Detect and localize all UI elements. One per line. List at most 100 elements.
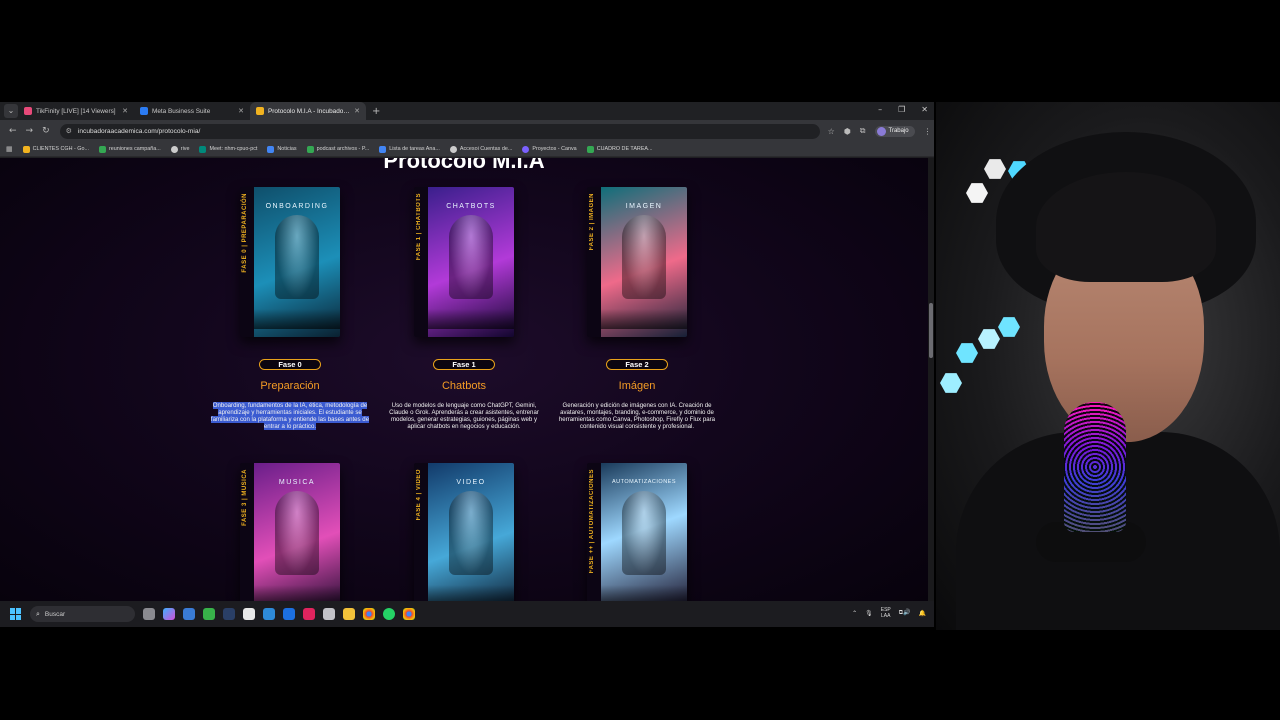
microphone-icon[interactable]: 🎙 (865, 610, 873, 617)
chrome-icon[interactable] (363, 608, 375, 620)
bookmark-icon (379, 145, 387, 153)
notification-bell-icon[interactable]: 🔔 (919, 610, 926, 617)
course-box[interactable]: FASE 4 | VIDEO VIDEO (414, 463, 514, 603)
phase-name: Imágen (618, 380, 656, 392)
box-spine: FASE 4 | VIDEO (414, 463, 428, 603)
course-box[interactable]: FASE 3 | MÚSICA MUSICA (240, 463, 340, 603)
whatsapp-icon[interactable] (383, 608, 395, 620)
site-info-icon[interactable]: ⚙ (66, 127, 72, 135)
course-box[interactable]: FASE 2 | IMAGEN IMAGEN (587, 187, 687, 337)
chrome-active-icon[interactable] (403, 608, 415, 620)
bookmarks-bar: ▦ CLIENTES CGH - Go... reuniones campaña… (0, 142, 934, 157)
taskbar-apps (143, 608, 415, 620)
new-tab-button[interactable]: + (372, 106, 380, 117)
bookmark-label: reuniones campaña... (108, 146, 161, 152)
bookmark-item[interactable]: CUADRO DE TAREA... (586, 145, 653, 153)
task-view-icon[interactable] (143, 608, 155, 620)
network-volume-icon[interactable]: ⧉🔊 (899, 609, 911, 617)
extension-icon[interactable]: ⬢ (844, 127, 851, 136)
edge-icon[interactable] (263, 608, 275, 620)
bookmark-icon (449, 145, 457, 153)
screen: ⌄ TikFinity [LIVE] [14 Viewers] ✕ Meta B… (0, 0, 1280, 720)
spine-label: FASE 1 | CHATBOTS (416, 193, 422, 261)
apps-grid-icon[interactable]: ▦ (6, 145, 13, 153)
settings-icon[interactable] (323, 608, 335, 620)
play-icon[interactable] (203, 608, 215, 620)
forward-icon[interactable]: → (26, 126, 34, 136)
phase-card-0: FASE 0 | PREPARACIÓN ONBOARDING Fase 0 P… (205, 187, 375, 430)
tab-search-icon[interactable]: ⌄ (4, 104, 18, 118)
bookmark-label: rive (180, 146, 190, 152)
input-language[interactable]: ESP LAA (881, 607, 891, 619)
store-icon[interactable] (183, 608, 195, 620)
bookmark-item[interactable]: Proyectos - Canva (522, 145, 577, 153)
bookmark-icon (22, 145, 30, 153)
bookmark-item[interactable]: Accesoi Cuentas de... (449, 145, 512, 153)
box-spine: FASE ++ | AUTOMATIZACIONES (587, 463, 601, 603)
taskbar-search[interactable]: ⌕ Buscar (30, 606, 135, 622)
phase-badge: Fase 2 (606, 359, 668, 370)
battle-net-icon[interactable] (283, 608, 295, 620)
search-placeholder: Buscar (44, 610, 66, 618)
course-box[interactable]: FASE 1 | CHATBOTS CHATBOTS (414, 187, 514, 337)
audience-figure (622, 491, 666, 575)
hexagon-light-icon (940, 373, 962, 393)
bookmark-item[interactable]: CLIENTES CGH - Go... (22, 145, 89, 153)
bookmark-item[interactable]: reuniones campaña... (98, 145, 161, 153)
bookmark-label: Proyectos - Canva (532, 146, 577, 152)
bookmark-item[interactable]: Meet: nhm-cpuo-pct (199, 145, 257, 153)
box-spine: FASE 2 | IMAGEN (587, 187, 601, 337)
close-icon[interactable]: ✕ (238, 107, 244, 115)
back-icon[interactable]: ← (9, 126, 17, 136)
reload-icon[interactable]: ↻ (42, 126, 50, 136)
spine-label: FASE ++ | AUTOMATIZACIONES (589, 469, 595, 574)
phase-badge: Fase 0 (259, 359, 321, 370)
puzzle-icon[interactable]: ⧉ (860, 126, 866, 136)
tab-tikfinity[interactable]: TikFinity [LIVE] [14 Viewers] ✕ (18, 102, 134, 120)
tiktok-icon[interactable] (303, 608, 315, 620)
close-icon[interactable]: ✕ (354, 107, 360, 115)
tab-protocolo-mia[interactable]: Protocolo M.I.A - Incubadora A ✕ (250, 102, 366, 120)
maximize-icon[interactable]: ❐ (898, 105, 905, 114)
menu-icon[interactable]: ⋮ (924, 127, 932, 136)
rgb-microphone (1064, 402, 1126, 532)
bookmark-item[interactable]: Noticias (267, 145, 297, 153)
close-icon[interactable]: ✕ (122, 107, 128, 115)
bookmark-star-icon[interactable]: ☆ (828, 127, 835, 136)
course-box[interactable]: FASE 0 | PREPARACIÓN ONBOARDING (240, 187, 340, 337)
tikfinity-icon (24, 107, 32, 115)
phase-description: Uso de modelos de lenguaje como ChatGPT,… (389, 402, 539, 430)
tab-meta-business[interactable]: Meta Business Suite ✕ (134, 102, 250, 120)
bookmark-item[interactable]: podcast archivos - P... (306, 145, 369, 153)
scrollbar-thumb[interactable] (929, 303, 933, 358)
box-cover: AUTOMATIZACIONES (601, 463, 687, 603)
chevron-up-icon[interactable]: ⌃ (852, 610, 857, 617)
copilot-icon[interactable] (163, 608, 175, 620)
steam-icon[interactable] (223, 608, 235, 620)
phase-card-3: FASE 3 | MÚSICA MUSICA (205, 463, 375, 603)
address-bar[interactable]: ⚙ incubadoraacademica.com/protocolo-mia/ (59, 123, 820, 139)
browser-window: ⌄ TikFinity [LIVE] [14 Viewers] ✕ Meta B… (0, 102, 934, 627)
bookmark-icon (199, 145, 207, 153)
window-controls: – ❐ ✕ (878, 105, 928, 114)
windows-start-icon[interactable] (10, 608, 22, 620)
selected-text: Onboarding, fundamentos de la IA, ética,… (210, 402, 370, 430)
file-explorer-icon[interactable] (343, 608, 355, 620)
profile-button[interactable]: Trabajo (874, 125, 915, 137)
cover-blurb (601, 309, 687, 329)
url-text: incubadoraacademica.com/protocolo-mia/ (77, 127, 201, 135)
meta-icon (140, 107, 148, 115)
minimize-icon[interactable]: – (878, 105, 882, 114)
close-window-icon[interactable]: ✕ (921, 105, 928, 114)
bookmark-item[interactable]: rive (170, 145, 190, 153)
profile-label: Trabajo (888, 128, 909, 134)
page-title: Protocolo M.I.A (383, 158, 545, 173)
phase-card-1: FASE 1 | CHATBOTS CHATBOTS Fase 1 Chatbo… (379, 187, 549, 430)
epic-icon[interactable] (243, 608, 255, 620)
page-scrollbar[interactable] (928, 158, 934, 603)
box-spine: FASE 3 | MÚSICA (240, 463, 254, 603)
cover-title: ONBOARDING (265, 203, 329, 210)
bookmark-item[interactable]: Lista de tareas Ana... (379, 145, 440, 153)
course-box[interactable]: FASE ++ | AUTOMATIZACIONES AUTOMATIZACIO… (587, 463, 687, 603)
tab-title: TikFinity [LIVE] [14 Viewers] (36, 107, 116, 115)
